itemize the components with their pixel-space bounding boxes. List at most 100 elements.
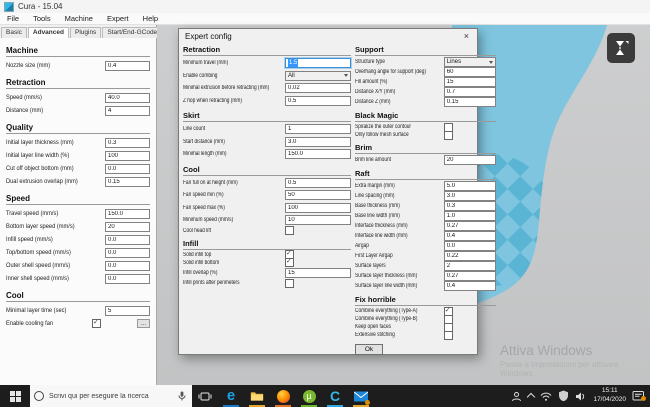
travel-speed-mm-s-input[interactable] <box>105 209 150 219</box>
interface-line-width-mm-input[interactable] <box>444 231 496 241</box>
fan-speed-max-input[interactable] <box>285 203 351 213</box>
setting-row: Enable combingAll <box>183 70 351 83</box>
section-title: Support <box>355 45 496 56</box>
start-button[interactable] <box>0 385 30 407</box>
chevron-up-icon[interactable] <box>528 392 534 400</box>
start-distance-mm-input[interactable] <box>285 137 351 147</box>
infill-prints-after-perimeters-checkbox[interactable] <box>285 279 294 288</box>
nozzle-size-mm-input[interactable] <box>105 61 150 71</box>
first-layer-airgap-input[interactable] <box>444 251 496 261</box>
search-placeholder-text: Scrivi qui per eseguire la ricerca <box>49 393 176 400</box>
cura-icon: C <box>330 389 340 403</box>
distance-x-y-mm-input[interactable] <box>444 87 496 97</box>
microphone-icon[interactable] <box>176 390 188 402</box>
base-thickness-mm-input[interactable] <box>444 201 496 211</box>
taskbar-app-edge[interactable]: e <box>218 385 244 407</box>
minimum-speed-mm-s-input[interactable] <box>285 215 351 225</box>
taskbar-app-utorrent[interactable]: µ <box>296 385 322 407</box>
structure-type-select[interactable]: Lines <box>444 57 496 67</box>
infill-overlap-input[interactable] <box>285 268 351 278</box>
surface-layer-line-width-mm-input[interactable] <box>444 281 496 291</box>
surface-layer-thickness-mm-label: Surface layer thickness (mm) <box>355 273 426 279</box>
tab-basic[interactable]: Basic <box>1 27 27 38</box>
surface-layer-thickness-mm-input[interactable] <box>444 271 496 281</box>
notifications-button[interactable] <box>632 390 645 402</box>
bottom-layer-speed-mm-s-input[interactable] <box>105 222 150 232</box>
search-input[interactable]: Scrivi qui per eseguire la ricerca <box>30 385 192 407</box>
keep-open-faces-label: Keep open faces <box>355 324 426 330</box>
task-view-button[interactable] <box>192 385 218 407</box>
fill-amount-input[interactable] <box>444 77 496 87</box>
initial-layer-thickness-mm-input[interactable] <box>105 138 150 148</box>
first-layer-airgap-label: First Layer Airgap <box>355 253 426 259</box>
fan-full-on-at-height-mm-input[interactable] <box>285 178 351 188</box>
dual-extrusion-overlap-mm-input[interactable] <box>105 177 150 187</box>
selected-text: 1.5 <box>288 59 298 67</box>
taskbar-app-cura[interactable]: C <box>322 385 348 407</box>
dialog-titlebar[interactable]: Expert config × <box>179 29 477 44</box>
taskbar-app-file-explorer[interactable] <box>244 385 270 407</box>
distance-mm-input[interactable] <box>105 106 150 116</box>
top-bottom-speed-mm-s-input[interactable] <box>105 248 150 258</box>
section-brim: BrimBrim line amount <box>355 143 496 165</box>
inner-shell-speed-mm-s-input[interactable] <box>105 274 150 284</box>
setting-row: Surface layer thickness (mm) <box>355 271 496 281</box>
cut-off-object-bottom-mm-input[interactable] <box>105 164 150 174</box>
setting-row: Nozzle size (mm) <box>6 59 150 72</box>
window-title: Cura - 15.04 <box>18 2 62 11</box>
enable-cooling-fan-more-button[interactable]: ... <box>137 319 150 328</box>
minimum-travel-mm-input[interactable]: 1.5 <box>285 58 351 68</box>
menu-expert[interactable]: Expert <box>100 14 136 23</box>
setting-row: Infill speed (mm/s) <box>6 233 150 246</box>
line-count-input[interactable] <box>285 124 351 134</box>
speed-mm-s-input[interactable] <box>105 93 150 103</box>
line-spacing-mm-input[interactable] <box>444 191 496 201</box>
surface-layers-input[interactable] <box>444 261 496 271</box>
interface-thickness-mm-input[interactable] <box>444 221 496 231</box>
tab-plugins[interactable]: Plugins <box>70 27 101 38</box>
menu-tools[interactable]: Tools <box>26 14 58 23</box>
chevron-down-icon <box>344 74 348 77</box>
section-skirt: SkirtLine countStart distance (mm)Minima… <box>183 111 351 161</box>
minimal-extrusion-before-retracting-mm-input[interactable] <box>285 83 351 93</box>
shield-icon[interactable] <box>558 390 569 402</box>
tab-advanced[interactable]: Advanced <box>28 27 69 38</box>
z-hop-when-retracting-mm-input[interactable] <box>285 96 351 106</box>
distance-z-mm-input[interactable] <box>444 97 496 107</box>
dialog-title: Expert config <box>185 32 232 41</box>
airgap-input[interactable] <box>444 241 496 251</box>
taskbar-app-mail[interactable] <box>348 385 374 407</box>
menu-help[interactable]: Help <box>136 14 165 23</box>
people-icon[interactable] <box>511 391 522 402</box>
minimal-length-mm-input[interactable] <box>285 149 351 159</box>
view-mode-button[interactable] <box>607 33 635 63</box>
combine-everything-type-a-label: Combine everything (Type-A) <box>355 308 426 314</box>
only-follow-mesh-surface-checkbox[interactable] <box>444 131 453 140</box>
section-title: Retraction <box>183 45 351 56</box>
close-icon[interactable]: × <box>462 32 471 41</box>
extensive-stitching-checkbox[interactable] <box>444 331 453 340</box>
volume-icon[interactable] <box>575 391 587 402</box>
taskbar-app-firefox[interactable] <box>270 385 296 407</box>
clock[interactable]: 15:11 17/04/2020 <box>593 387 626 405</box>
extra-margin-mm-input[interactable] <box>444 181 496 191</box>
menu-file[interactable]: File <box>0 14 26 23</box>
enable-cooling-fan-checkbox[interactable] <box>92 319 101 328</box>
initial-layer-line-width-input[interactable] <box>105 151 150 161</box>
base-line-width-mm-input[interactable] <box>444 211 496 221</box>
overhang-angle-for-support-deg-input[interactable] <box>444 67 496 77</box>
cool-head-lift-checkbox[interactable] <box>285 226 294 235</box>
outer-shell-speed-mm-s-input[interactable] <box>105 261 150 271</box>
setting-row: Solid infill bottom <box>183 259 351 267</box>
section-speed: SpeedTravel speed (mm/s)Bottom layer spe… <box>6 194 150 285</box>
wifi-icon[interactable] <box>540 391 552 402</box>
minimal-layer-time-sec-input[interactable] <box>105 306 150 316</box>
infill-speed-mm-s-input[interactable] <box>105 235 150 245</box>
section-quality: QualityInitial layer thickness (mm)Initi… <box>6 123 150 188</box>
ok-button[interactable]: Ok <box>355 344 383 355</box>
tab-start-end-gcode[interactable]: Start/End-GCode <box>102 27 162 38</box>
menu-machine[interactable]: Machine <box>58 14 100 23</box>
fan-speed-min-input[interactable] <box>285 190 351 200</box>
brim-line-amount-input[interactable] <box>444 155 496 165</box>
enable-combing-select[interactable]: All <box>285 71 351 81</box>
